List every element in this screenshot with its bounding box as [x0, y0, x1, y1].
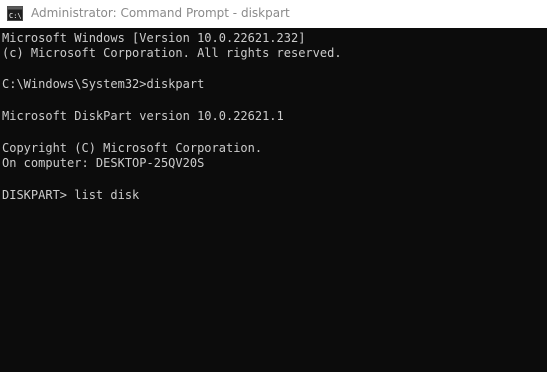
console-line: C:\Windows\System32>diskpart	[2, 77, 205, 91]
console-line: (c) Microsoft Corporation. All rights re…	[2, 46, 342, 60]
window-title: Administrator: Command Prompt - diskpart	[31, 6, 290, 20]
console-line: Microsoft Windows [Version 10.0.22621.23…	[2, 31, 306, 45]
console-output[interactable]: Microsoft Windows [Version 10.0.22621.23…	[0, 28, 547, 372]
svg-text:C:\: C:\	[9, 12, 22, 20]
title-bar[interactable]: C:\ Administrator: Command Prompt - disk…	[0, 0, 547, 28]
console-line: Copyright (C) Microsoft Corporation.	[2, 141, 263, 155]
command-prompt-window: C:\ Administrator: Command Prompt - disk…	[0, 0, 547, 372]
console-line: Microsoft DiskPart version 10.0.22621.1	[2, 109, 284, 123]
cmd-prompt-icon: C:\	[7, 6, 23, 21]
command-prompt-line[interactable]: DISKPART> list disk	[2, 188, 139, 203]
console-line: On computer: DESKTOP-25QV20S	[2, 156, 205, 170]
